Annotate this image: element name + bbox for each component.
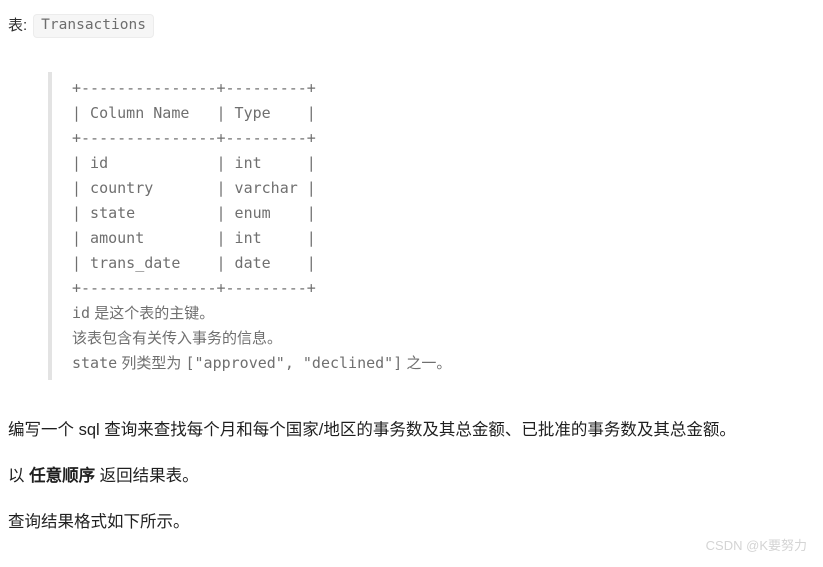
schema-blockquote: +---------------+---------+ | Column Nam… [48,72,738,380]
body-copy: 编写一个 sql 查询来查找每个月和每个国家/地区的事务数及其总金额、已批准的事… [8,418,816,534]
schema-notes: id 是这个表的主键。 该表包含有关传入事务的信息。 state 列类型为 ["… [72,301,738,376]
note-text-state-suffix: 之一。 [402,355,452,372]
paragraph-ordering-emphasis: 任意顺序 [29,467,96,485]
paragraph-ordering-suffix: 返回结果表。 [95,467,199,485]
schema-ascii-table: +---------------+---------+ | Column Nam… [72,79,316,297]
schema-note-primary-key: id 是这个表的主键。 [72,301,738,326]
schema-note-state-values: state 列类型为 ["approved", "declined"] 之一。 [72,351,738,376]
paragraph-result-format: 查询结果格式如下所示。 [8,513,190,531]
page-root: 表: Transactions +---------------+-------… [0,0,823,567]
note-code-state-enum-values: ["approved", "declined"] [185,354,403,372]
note-text-description: 该表包含有关传入事务的信息。 [72,330,283,347]
note-code-state: state [72,354,118,372]
paragraph-ordering: 以 任意顺序 返回结果表。 [8,464,816,488]
table-name-heading: 表: Transactions [8,14,154,38]
note-text-primary-key: 是这个表的主键。 [90,305,215,322]
csdn-watermark: CSDN @K要努力 [705,538,807,553]
note-text-state-prefix: 列类型为 [117,355,186,372]
paragraph-question: 编写一个 sql 查询来查找每个月和每个国家/地区的事务数及其总金额、已批准的事… [8,421,736,439]
table-name-code: Transactions [33,14,154,38]
schema-note-description: 该表包含有关传入事务的信息。 [72,326,738,351]
paragraph-ordering-prefix: 以 [8,467,30,485]
table-label: 表: [8,17,28,34]
note-code-id: id [72,304,91,322]
